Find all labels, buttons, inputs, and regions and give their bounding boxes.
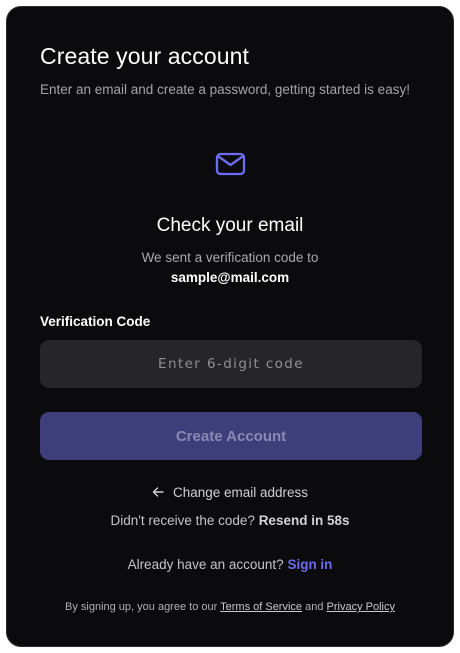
mail-icon	[215, 152, 246, 176]
resend-row: Didn't receive the code? Resend in 58s	[7, 513, 453, 528]
page-title: Create your account	[40, 43, 250, 69]
terms-notice: By signing up, you agree to our Terms of…	[7, 601, 453, 613]
verification-code-input[interactable]	[40, 340, 422, 388]
verification-code-label: Verification Code	[40, 314, 151, 329]
signup-card: Create your account Enter an email and c…	[6, 6, 454, 647]
signin-row: Already have an account? Sign in	[7, 557, 453, 572]
check-email-title: Check your email	[156, 215, 304, 236]
change-email-link[interactable]: Change email address	[7, 485, 453, 500]
create-account-button[interactable]: Create Account	[40, 412, 422, 460]
sent-code-text: We sent a verification code to	[141, 250, 319, 265]
signin-link[interactable]: Sign in	[287, 557, 332, 572]
resend-prefix: Didn't receive the code?	[110, 513, 255, 528]
change-email-label: Change email address	[172, 485, 309, 500]
resend-countdown[interactable]: Resend in 58s	[259, 513, 350, 528]
terms-prefix: By signing up, you agree to our	[65, 601, 218, 613]
privacy-policy-link[interactable]: Privacy Policy	[327, 601, 395, 613]
page-subtitle: Enter an email and create a password, ge…	[40, 82, 410, 97]
terms-of-service-link[interactable]: Terms of Service	[220, 601, 302, 613]
sent-email-address: sample@mail.com	[170, 270, 290, 285]
terms-and-text: and	[305, 601, 324, 613]
arrow-left-icon	[152, 487, 164, 497]
signin-prefix: Already have an account?	[127, 557, 284, 572]
